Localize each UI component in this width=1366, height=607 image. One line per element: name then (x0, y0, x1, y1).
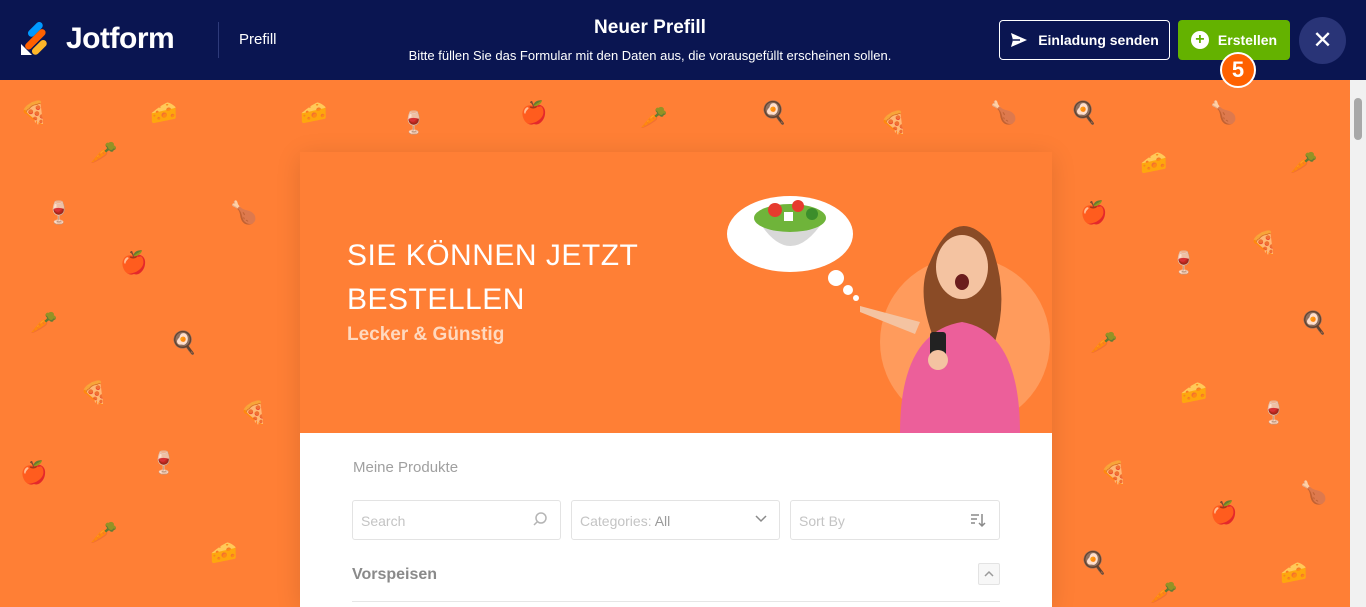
hero-title: SIE KÖNNEN JETZT BESTELLEN (347, 239, 638, 316)
categories-select[interactable]: Categories: All (571, 500, 780, 540)
sort-label: Sort By (799, 513, 845, 529)
hero-subtitle: Lecker & Günstig (347, 324, 505, 345)
top-bar: Jotform Prefill Neuer Prefill Bitte füll… (0, 0, 1366, 80)
scrollbar-thumb[interactable] (1354, 98, 1362, 140)
search-icon (533, 512, 547, 526)
chevron-up-icon (984, 570, 994, 577)
search-input[interactable]: Search (352, 500, 561, 540)
categories-value: All (654, 513, 671, 529)
section-title: Meine Produkte (353, 459, 459, 476)
category-divider (352, 601, 1000, 602)
plus-circle-icon: + (1190, 31, 1209, 49)
close-button[interactable]: ✕ (1299, 17, 1346, 64)
hero-illustration (727, 196, 1050, 433)
chevron-down-icon (755, 515, 767, 523)
close-icon: ✕ (1312, 27, 1333, 54)
search-placeholder: Search (361, 513, 406, 529)
category-heading: Vorspeisen (352, 566, 438, 583)
send-invitation-button[interactable]: Einladung senden (999, 20, 1170, 60)
create-button-label: Erstellen (1217, 32, 1278, 48)
sort-select[interactable]: Sort By (790, 500, 1000, 540)
form-hero-banner: SIE KÖNNEN JETZT BESTELLEN Lecker & Güns… (300, 152, 1052, 433)
sort-icon (971, 514, 986, 528)
send-invitation-label: Einladung senden (1038, 32, 1159, 48)
page-scrollbar[interactable] (1350, 80, 1366, 607)
categories-label: Categories: All (580, 513, 671, 529)
send-icon (1011, 33, 1028, 47)
collapse-category-button[interactable] (978, 563, 1000, 585)
form-card: SIE KÖNNEN JETZT BESTELLEN Lecker & Güns… (300, 152, 1052, 607)
step-badge: 5 (1220, 52, 1256, 88)
